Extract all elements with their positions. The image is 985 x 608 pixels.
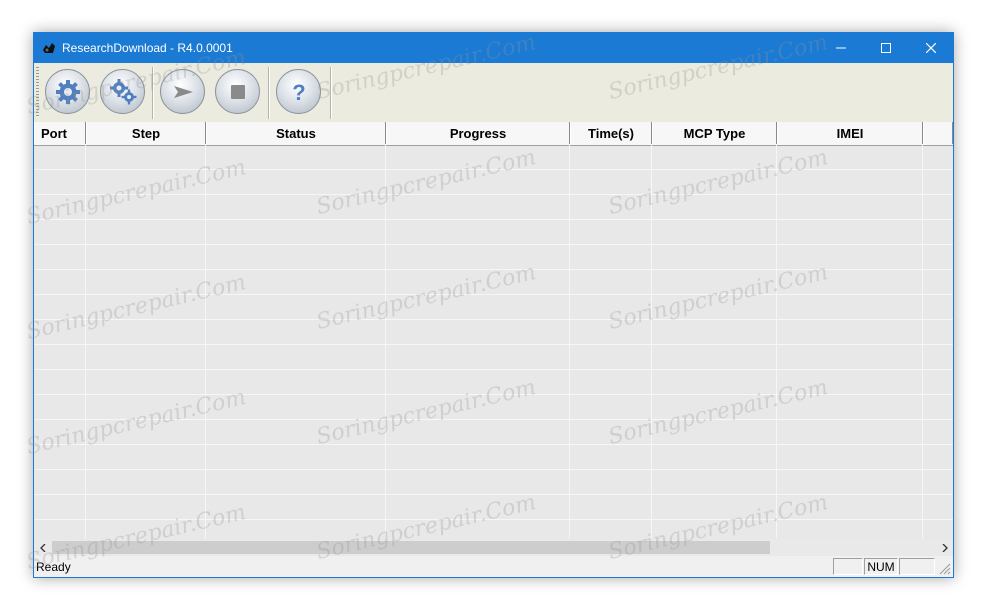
status-panel bbox=[899, 558, 935, 575]
grid-line bbox=[34, 394, 953, 395]
grid-line bbox=[34, 319, 953, 320]
grid-line bbox=[34, 269, 953, 270]
toolbar-separator bbox=[152, 67, 154, 119]
maximize-icon bbox=[880, 43, 891, 53]
grid-line bbox=[569, 145, 570, 539]
toolbar-separator bbox=[330, 67, 332, 119]
column-header-extra[interactable] bbox=[923, 122, 953, 144]
column-header-status[interactable]: Status bbox=[206, 122, 386, 144]
load-packet-button[interactable] bbox=[45, 69, 90, 114]
question-icon: ? bbox=[292, 80, 305, 105]
grid-line bbox=[85, 145, 86, 539]
minimize-button[interactable] bbox=[818, 33, 863, 63]
stop-square-icon bbox=[230, 84, 245, 99]
column-header-row: Port Step Status Progress Time(s) MCP Ty… bbox=[34, 122, 953, 146]
minimize-icon bbox=[835, 47, 846, 49]
gears-icon bbox=[109, 78, 136, 104]
scroll-left-button[interactable] bbox=[34, 539, 51, 556]
toolbar-grip[interactable] bbox=[36, 67, 39, 117]
toolbar-separator bbox=[268, 67, 270, 119]
num-lock-indicator: NUM bbox=[864, 558, 898, 575]
start-button[interactable] bbox=[160, 69, 205, 114]
scroll-right-button[interactable] bbox=[936, 539, 953, 556]
title-bar[interactable]: ResearchDownload - R4.0.0001 bbox=[34, 33, 953, 63]
column-header-step[interactable]: Step bbox=[86, 122, 206, 144]
close-button[interactable] bbox=[908, 33, 953, 63]
maximize-button[interactable] bbox=[863, 33, 908, 63]
status-panel bbox=[833, 558, 863, 575]
grid-line bbox=[385, 145, 386, 539]
resize-grip-icon[interactable] bbox=[937, 561, 951, 575]
play-arrow-icon bbox=[173, 85, 193, 98]
about-button[interactable]: ? bbox=[276, 69, 321, 114]
stop-button[interactable] bbox=[215, 69, 260, 114]
grid-line bbox=[34, 444, 953, 445]
window-title: ResearchDownload - R4.0.0001 bbox=[62, 41, 233, 55]
column-header-time[interactable]: Time(s) bbox=[570, 122, 652, 144]
grid-line bbox=[651, 145, 652, 539]
grid-rows bbox=[34, 145, 953, 539]
chevron-right-icon bbox=[942, 543, 948, 552]
column-header-port[interactable]: Port bbox=[34, 122, 86, 144]
grid-line bbox=[34, 519, 953, 520]
grid-line bbox=[34, 294, 953, 295]
chevron-left-icon bbox=[39, 543, 45, 552]
close-icon bbox=[925, 43, 936, 53]
grid-line bbox=[34, 169, 953, 170]
grid-line bbox=[776, 145, 777, 539]
grid-line bbox=[34, 469, 953, 470]
column-header-mcp-type[interactable]: MCP Type bbox=[652, 122, 777, 144]
grid-line bbox=[34, 494, 953, 495]
column-header-progress[interactable]: Progress bbox=[386, 122, 570, 144]
gear-icon bbox=[55, 79, 80, 104]
grid-line bbox=[34, 344, 953, 345]
horizontal-scrollbar[interactable] bbox=[34, 539, 953, 556]
grid-line bbox=[922, 145, 923, 539]
column-header-imei[interactable]: IMEI bbox=[777, 122, 923, 144]
grid-line bbox=[34, 369, 953, 370]
status-text: Ready bbox=[36, 560, 71, 574]
grid-line bbox=[205, 145, 206, 539]
toolbar: ? bbox=[34, 63, 953, 123]
port-list[interactable]: Port Step Status Progress Time(s) MCP Ty… bbox=[34, 122, 953, 539]
settings-button[interactable] bbox=[100, 69, 145, 114]
grid-line bbox=[34, 219, 953, 220]
grid-line bbox=[34, 194, 953, 195]
svg-text:?: ? bbox=[292, 80, 305, 105]
status-bar: Ready NUM bbox=[34, 556, 953, 577]
grid-line bbox=[34, 244, 953, 245]
scrollbar-thumb[interactable] bbox=[52, 541, 770, 554]
app-icon bbox=[43, 43, 55, 53]
app-window: ResearchDownload - R4.0.0001 ? Port Step… bbox=[33, 32, 954, 578]
grid-line bbox=[34, 419, 953, 420]
